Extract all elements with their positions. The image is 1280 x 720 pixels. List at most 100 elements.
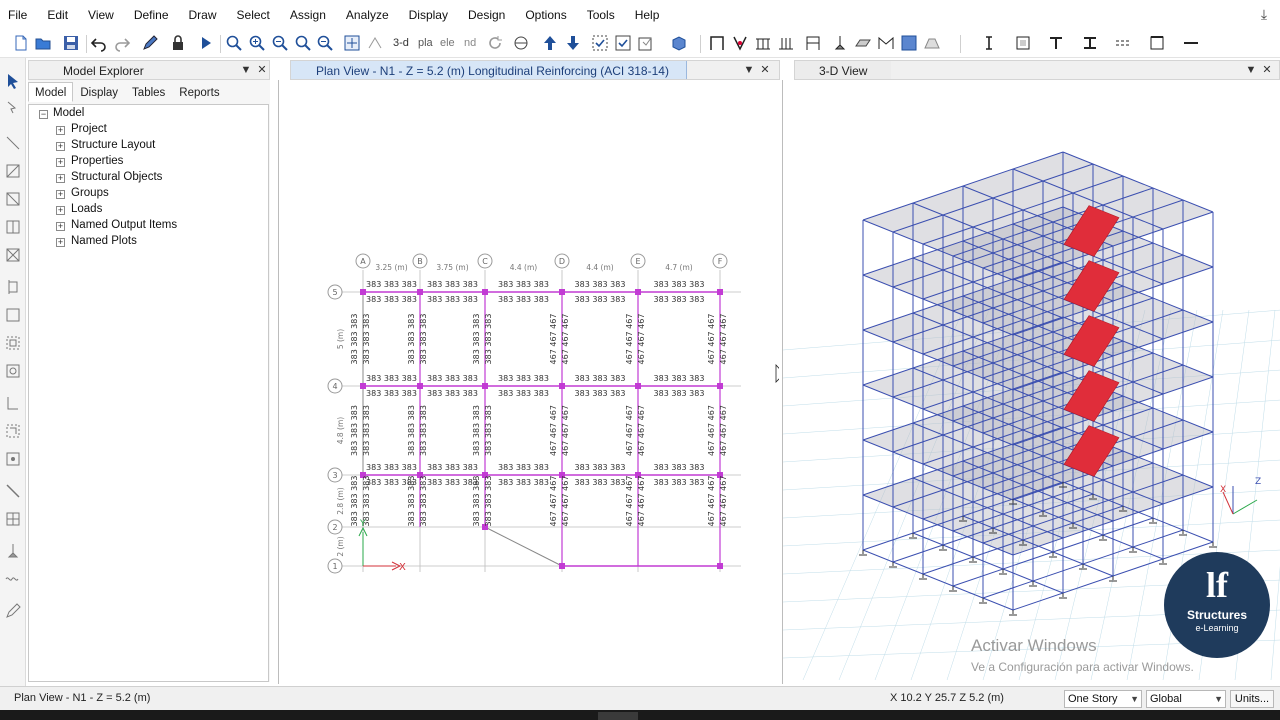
draw-pencil-tool-icon[interactable] bbox=[4, 602, 22, 620]
draw-floor-tool-icon[interactable] bbox=[4, 306, 22, 324]
draw-dimension-tool-icon[interactable] bbox=[4, 450, 22, 468]
view3d-close-icon[interactable]: ✕ bbox=[1260, 63, 1274, 77]
line-style-icon[interactable] bbox=[1182, 34, 1200, 52]
menu-display[interactable]: Display bbox=[399, 0, 458, 30]
menu-draw[interactable]: Draw bbox=[179, 0, 227, 30]
menu-tools[interactable]: Tools bbox=[577, 0, 625, 30]
move-down-icon[interactable] bbox=[564, 34, 582, 52]
run-analysis-icon[interactable] bbox=[197, 34, 215, 52]
draw-brace-tool-icon[interactable] bbox=[4, 246, 22, 264]
draw-support-tool-icon[interactable] bbox=[4, 542, 22, 560]
draw-ramp-tool-icon[interactable] bbox=[4, 422, 22, 440]
tree-expand-icon[interactable]: + bbox=[56, 142, 65, 151]
open-model-icon[interactable] bbox=[34, 34, 52, 52]
select-pointer-icon[interactable] bbox=[4, 72, 22, 90]
menu-options[interactable]: Options bbox=[515, 0, 576, 30]
tree-item-structural-objects[interactable]: Structural Objects bbox=[71, 171, 162, 183]
tab-model[interactable]: Model bbox=[28, 82, 74, 102]
text-cursor-icon[interactable] bbox=[980, 34, 998, 52]
copy-frame-icon[interactable] bbox=[1148, 34, 1166, 52]
lock-icon[interactable] bbox=[169, 34, 187, 52]
draw-support-icon[interactable] bbox=[831, 34, 849, 52]
menu-select[interactable]: Select bbox=[227, 0, 280, 30]
zoom-window-icon[interactable] bbox=[225, 34, 243, 52]
pan-icon[interactable] bbox=[343, 34, 361, 52]
coordinate-system-select[interactable]: Global ▼ bbox=[1146, 690, 1226, 708]
menu-define[interactable]: Define bbox=[124, 0, 179, 30]
tree-expand-icon[interactable]: + bbox=[56, 126, 65, 135]
perspective-icon[interactable] bbox=[512, 34, 530, 52]
draw-opening-tool-icon[interactable] bbox=[4, 394, 22, 412]
menu-file[interactable]: File bbox=[0, 0, 37, 30]
menu-edit[interactable]: Edit bbox=[37, 0, 78, 30]
draw-circle-tool-icon[interactable] bbox=[4, 362, 22, 380]
zoom-restore-icon[interactable] bbox=[271, 34, 289, 52]
section-icon[interactable] bbox=[1014, 34, 1032, 52]
tree-item-properties[interactable]: Properties bbox=[71, 155, 123, 167]
view-elevation-button[interactable]: ele bbox=[440, 34, 460, 52]
units-button[interactable]: Units... bbox=[1230, 690, 1274, 708]
i-section-icon[interactable] bbox=[1081, 34, 1099, 52]
draw-grid-tool-icon[interactable] bbox=[4, 510, 22, 528]
draw-area-tool-icon[interactable] bbox=[4, 190, 22, 208]
menu-analyze[interactable]: Analyze bbox=[336, 0, 399, 30]
draw-spring-tool-icon[interactable] bbox=[4, 570, 22, 588]
download-icon[interactable]: ⤓ bbox=[1256, 6, 1272, 22]
tree-expand-icon[interactable]: + bbox=[56, 190, 65, 199]
new-model-icon[interactable] bbox=[12, 34, 30, 52]
zoom-in-icon[interactable] bbox=[248, 34, 266, 52]
draw-slab-icon[interactable] bbox=[854, 34, 872, 52]
tee-section-icon[interactable] bbox=[1047, 34, 1065, 52]
draw-area-icon[interactable] bbox=[900, 34, 918, 52]
menu-help[interactable]: Help bbox=[625, 0, 670, 30]
draw-frame-icon[interactable] bbox=[708, 34, 726, 52]
draw-beam-icon[interactable] bbox=[754, 34, 772, 52]
explorer-dropdown-icon[interactable]: ▼ bbox=[239, 63, 253, 77]
tab-display[interactable]: Display bbox=[73, 82, 125, 102]
object-shrink-icon[interactable] bbox=[670, 34, 688, 52]
tree-item-named-output-items[interactable]: Named Output Items bbox=[71, 219, 177, 231]
dashed-line-icon[interactable] bbox=[1114, 34, 1132, 52]
draw-rect-icon[interactable] bbox=[4, 162, 22, 180]
draw-wall-icon[interactable] bbox=[804, 34, 822, 52]
redo-icon[interactable] bbox=[113, 34, 131, 52]
plan-dropdown-icon[interactable]: ▼ bbox=[742, 63, 756, 77]
undo-icon[interactable] bbox=[90, 34, 108, 52]
draw-column-tool-icon[interactable] bbox=[4, 218, 22, 236]
draw-line-icon[interactable] bbox=[4, 134, 22, 152]
check-model-icon[interactable] bbox=[614, 34, 632, 52]
get-previous-icon[interactable] bbox=[637, 34, 655, 52]
menu-view[interactable]: View bbox=[78, 0, 124, 30]
taskbar-item[interactable] bbox=[598, 712, 638, 720]
tree-item-loads[interactable]: Loads bbox=[71, 203, 102, 215]
tree-expand-icon[interactable]: + bbox=[56, 158, 65, 167]
save-icon[interactable] bbox=[62, 34, 80, 52]
draw-wall-tool-icon[interactable] bbox=[4, 278, 22, 296]
zoom-out-icon[interactable] bbox=[294, 34, 312, 52]
tree-expand-icon[interactable]: + bbox=[56, 174, 65, 183]
tree-item-named-plots[interactable]: Named Plots bbox=[71, 235, 137, 247]
tree-collapse-icon[interactable]: − bbox=[39, 110, 48, 119]
menu-design[interactable]: Design bbox=[458, 0, 515, 30]
view-plan-button[interactable]: pla bbox=[418, 34, 438, 52]
tree-root-model[interactable]: Model bbox=[53, 107, 84, 119]
rubber-band-icon[interactable] bbox=[366, 34, 384, 52]
tree-expand-icon[interactable]: + bbox=[56, 238, 65, 247]
draw-slab-tool-icon[interactable] bbox=[4, 334, 22, 352]
menu-assign[interactable]: Assign bbox=[280, 0, 336, 30]
plan-view-canvas[interactable]: 383 383 383 383 383 383 383 383 383 383 383… bbox=[278, 80, 788, 684]
explorer-close-icon[interactable]: ✕ bbox=[255, 63, 269, 77]
tree-item-project[interactable]: Project bbox=[71, 123, 107, 135]
draw-link-tool-icon[interactable] bbox=[4, 482, 22, 500]
rotate-view-icon[interactable] bbox=[486, 34, 504, 52]
draw-brace-icon[interactable] bbox=[731, 34, 749, 52]
view3d-dropdown-icon[interactable]: ▼ bbox=[1244, 63, 1258, 77]
tree-expand-icon[interactable]: + bbox=[56, 206, 65, 215]
tree-expand-icon[interactable]: + bbox=[56, 222, 65, 231]
view-3d-button[interactable]: 3-d bbox=[393, 34, 417, 52]
draw-opening-icon[interactable] bbox=[877, 34, 895, 52]
tree-item-structure-layout[interactable]: Structure Layout bbox=[71, 139, 155, 151]
tree-item-groups[interactable]: Groups bbox=[71, 187, 109, 199]
reshape-icon[interactable] bbox=[4, 100, 22, 118]
draw-columns-icon[interactable] bbox=[777, 34, 795, 52]
